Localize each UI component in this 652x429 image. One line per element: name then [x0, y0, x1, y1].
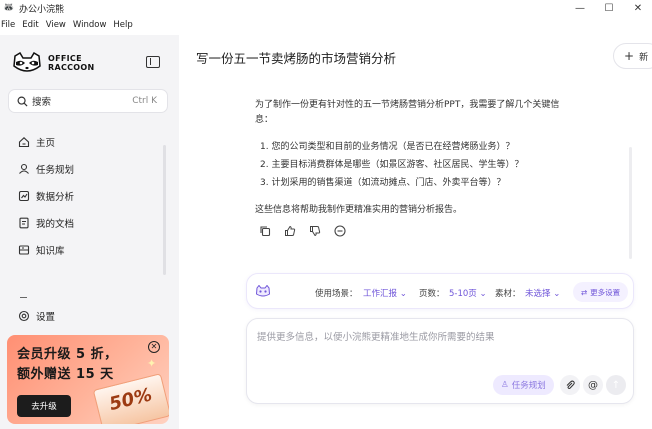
thumbs-down-icon[interactable] — [309, 225, 321, 237]
sidebar-item-label: 主页 — [36, 138, 56, 149]
menu-bar: File Edit View Window Help — [0, 17, 139, 33]
sidebar-item-label: 知识库 — [36, 246, 65, 257]
attach-button[interactable] — [560, 375, 580, 395]
sidebar-item-home[interactable]: 主页 — [18, 134, 55, 150]
search-shortcut: Ctrl K — [132, 96, 157, 106]
collapse-sidebar-icon[interactable] — [146, 56, 160, 68]
message-closing: 这些信息将帮助我制作更精准实用的营销分析报告。 — [255, 205, 463, 215]
promo-subline: 额外赠送 15 天 — [17, 367, 114, 382]
home-icon — [18, 137, 30, 148]
raccoon-logo-icon — [13, 52, 41, 72]
sparkle-icon: ✦ — [147, 357, 157, 370]
message-question-2: 2. 主要目标消费群体是哪些（如景区游客、社区居民、学生等）？ — [260, 160, 524, 170]
window-title: 办公小浣熊 — [19, 4, 65, 15]
thumbs-up-icon[interactable] — [284, 225, 296, 237]
search-label: 搜索 — [32, 97, 52, 108]
more-settings-label: 更多设置 — [590, 287, 621, 297]
title-bar: 🦝 办公小浣熊 — [0, 0, 652, 16]
message-question-1: 1. 您的公司类型和目前的业务情况（是否已在经营烤肠业务）？ — [260, 142, 515, 152]
logo-text-line1: OFFICE — [48, 54, 82, 63]
prompt-input-box: ♙ 任务规划 @ ↑ — [246, 318, 634, 404]
message-actions — [259, 225, 346, 237]
upgrade-button[interactable]: 去升级 — [17, 395, 71, 417]
minimize-button[interactable]: — — [565, 0, 595, 16]
sliders-icon: ⇄ — [580, 287, 588, 297]
sidebar-item-data-analysis[interactable]: 数据分析 — [18, 188, 74, 204]
prompt-input[interactable] — [257, 329, 625, 369]
raccoon-app-icon: 🦝 — [3, 3, 15, 13]
sidebar-item-settings[interactable]: 设置 — [18, 308, 55, 324]
at-icon: @ — [588, 379, 598, 391]
close-icon[interactable]: ✕ — [148, 341, 160, 353]
menu-window[interactable]: Window — [73, 20, 107, 30]
upgrade-promo-card[interactable]: 会员升级 5 折， 额外赠送 15 天 ✕ ✦ 50% 去升级 — [7, 335, 169, 424]
divider — [20, 297, 27, 298]
menu-view[interactable]: View — [46, 20, 66, 30]
sidebar: OFFICE RACCOON 搜索 Ctrl K 主页 任务规划 数据分析 我的… — [0, 35, 179, 429]
task-planning-icon — [19, 163, 29, 174]
promo-headline: 会员升级 5 折， — [17, 347, 118, 362]
close-button[interactable]: ✕ — [623, 0, 652, 16]
send-button[interactable]: ↑ — [606, 375, 626, 395]
search-icon — [17, 96, 28, 107]
message-intro-line1: 为了制作一份更有针对性的五一节烤肠营销分析PPT，我需要了解几个关键信 — [255, 100, 560, 110]
documents-icon — [19, 217, 29, 229]
logo-text-line2: RACCOON — [48, 63, 95, 72]
office-raccoon-logo: OFFICE RACCOON — [12, 52, 95, 74]
more-options-icon[interactable] — [334, 225, 346, 237]
material-label: 素材： — [495, 289, 521, 299]
sidebar-scrollbar[interactable] — [163, 145, 166, 275]
sidebar-item-documents[interactable]: 我的文档 — [18, 215, 74, 231]
material-select[interactable]: 未选择 ⌄ — [525, 287, 560, 299]
copy-icon[interactable] — [259, 225, 271, 237]
task-planning-button[interactable]: ♙ 任务规划 — [493, 375, 554, 395]
raccoon-assistant-icon — [255, 285, 271, 297]
more-settings-button[interactable]: ⇄ 更多设置 — [573, 282, 628, 302]
generation-options-bar: 使用场景： 工作汇报 ⌄ 页数： 5-10页 ⌄ 素材： 未选择 ⌄ ⇄ 更多设… — [246, 273, 634, 309]
pages-label: 页数： — [419, 289, 445, 299]
message-intro-line2: 息： — [255, 115, 274, 125]
menu-file[interactable]: File — [1, 20, 15, 30]
paperclip-icon — [566, 380, 575, 389]
chat-scrollbar[interactable] — [629, 147, 632, 259]
menu-edit[interactable]: Edit — [22, 20, 38, 30]
data-analysis-icon — [18, 190, 30, 202]
new-chat-label: 新 — [639, 52, 649, 63]
new-chat-button[interactable]: + 新 — [613, 43, 652, 69]
discount-badge: 50% — [107, 384, 155, 416]
maximize-button[interactable]: ☐ — [594, 0, 624, 16]
menu-help[interactable]: Help — [113, 20, 132, 30]
pages-select[interactable]: 5-10页 ⌄ — [449, 287, 487, 299]
sidebar-item-knowledge-base[interactable]: 知识库 — [18, 242, 65, 258]
mention-button[interactable]: @ — [583, 375, 603, 395]
settings-icon — [18, 310, 30, 322]
scene-select[interactable]: 工作汇报 ⌄ — [363, 287, 407, 299]
sidebar-item-label: 设置 — [36, 312, 56, 323]
scene-label: 使用场景： — [315, 289, 358, 299]
page-title: 写一份五一节卖烤肠的市场营销分析 — [196, 51, 397, 66]
sidebar-item-label: 我的文档 — [36, 219, 75, 230]
task-planning-icon: ♙ — [501, 380, 509, 390]
sidebar-item-label: 任务规划 — [36, 165, 75, 176]
search-box[interactable]: 搜索 Ctrl K — [8, 89, 168, 113]
sidebar-item-task-planning[interactable]: 任务规划 — [18, 161, 74, 177]
plus-icon: + — [624, 49, 635, 63]
task-planning-label: 任务规划 — [511, 381, 546, 391]
message-question-3: 3. 计划采用的销售渠道（如流动摊点、门店、外卖平台等）？ — [260, 178, 506, 188]
knowledge-base-icon — [18, 245, 30, 255]
send-arrow-icon: ↑ — [611, 379, 621, 391]
sidebar-item-label: 数据分析 — [36, 192, 75, 203]
